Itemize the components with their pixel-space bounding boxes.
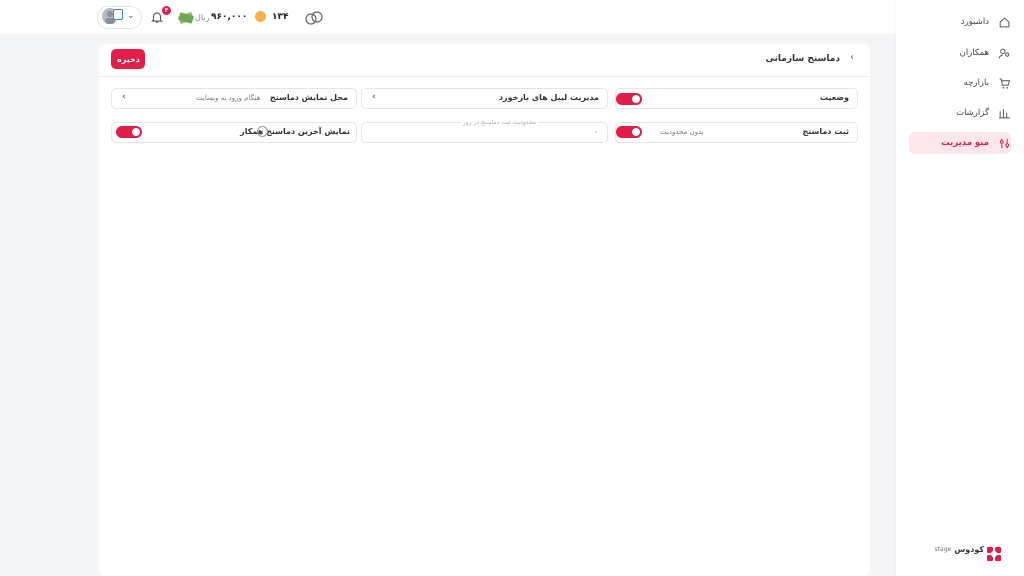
- status-field: وضعیت: [615, 88, 858, 109]
- sidebar-item-colleagues[interactable]: همکاران: [909, 42, 1011, 64]
- coin-icon: [255, 11, 266, 22]
- chevron-right-icon: ›: [372, 92, 376, 102]
- sidebar: داشبورد همکاران بازارچه گزارشات منو مدیر…: [896, 0, 1024, 576]
- avatar-badge: [113, 9, 123, 20]
- show-last-field: نمایش آخرین دماسنج همکار i: [111, 122, 357, 143]
- balance-value: ۹۶۰,۰۰۰: [211, 12, 248, 22]
- notification-button[interactable]: ۴: [150, 6, 171, 25]
- labels-manage-label: مدیریت لیبل های بازخورد: [498, 93, 599, 102]
- coins-value: ۱۳۴: [272, 12, 289, 22]
- notification-badge: ۴: [162, 6, 171, 15]
- sidebar-item-reports[interactable]: گزارشات: [909, 102, 1011, 124]
- main-card: ذخیره دماسنج سازمانی ‹ وضعیت مدیریت لیبل…: [99, 44, 870, 576]
- sidebar-item-label: گزارشات: [956, 108, 989, 118]
- sidebar-item-label: منو مدیریت: [941, 138, 989, 148]
- daily-limit-field[interactable]: محدودیت ثبت دماسنج در روز ۰: [361, 119, 608, 143]
- top-bar: ⌄ ۴ ریال ۹۶۰,۰۰۰ ۱۳۴: [0, 0, 896, 34]
- chevron-right-icon: ›: [122, 92, 126, 102]
- sliders-icon: [997, 136, 1011, 150]
- back-chevron-icon[interactable]: ‹: [850, 52, 854, 63]
- brand-text: کودوس: [954, 545, 984, 554]
- show-last-toggle[interactable]: [116, 126, 142, 138]
- cart-icon: [997, 76, 1011, 90]
- brand-logo-icon: [986, 546, 1002, 562]
- chevron-down-icon: ⌄: [127, 11, 135, 21]
- chart-icon: [997, 106, 1011, 120]
- labels-manage-field[interactable]: مدیریت لیبل های بازخورد ›: [361, 88, 608, 109]
- save-button[interactable]: ذخیره: [111, 49, 145, 69]
- status-label: وضعیت: [820, 93, 849, 102]
- users-icon: [997, 46, 1011, 60]
- status-toggle-switch[interactable]: [616, 93, 642, 105]
- card-header: ذخیره دماسنج سازمانی ‹: [99, 44, 870, 77]
- record-field: ثبت دماسنج بدون محدودیت: [615, 122, 858, 143]
- record-value: بدون محدودیت: [660, 128, 704, 136]
- daily-limit-value: ۰: [594, 128, 598, 136]
- display-place-value: هنگام ورود به وبسایت: [196, 94, 261, 102]
- sidebar-item-admin-menu[interactable]: منو مدیریت: [909, 132, 1011, 154]
- display-place-label: محل نمایش دماسنج: [269, 93, 348, 102]
- coins-stack-icon[interactable]: [305, 10, 323, 25]
- sidebar-item-label: بازارچه: [963, 78, 989, 88]
- daily-limit-placeholder: محدودیت ثبت دماسنج در روز: [460, 119, 538, 126]
- brand-sub: stage: [934, 546, 952, 553]
- brand: stage کودوس: [935, 545, 984, 554]
- sidebar-item-market[interactable]: بازارچه: [909, 72, 1011, 94]
- info-icon[interactable]: i: [257, 126, 268, 137]
- home-icon: [997, 15, 1011, 29]
- page-title: دماسنج سازمانی: [765, 54, 840, 64]
- money-icon: [178, 10, 194, 24]
- display-place-field[interactable]: محل نمایش دماسنج هنگام ورود به وبسایت ›: [111, 88, 357, 109]
- balance-unit: ریال: [195, 12, 210, 22]
- record-label: ثبت دماسنج: [802, 127, 849, 136]
- record-toggle[interactable]: [616, 126, 642, 138]
- sidebar-item-label: همکاران: [959, 48, 989, 58]
- sidebar-item-label: داشبورد: [960, 17, 989, 27]
- sidebar-item-dashboard[interactable]: داشبورد: [909, 11, 1011, 33]
